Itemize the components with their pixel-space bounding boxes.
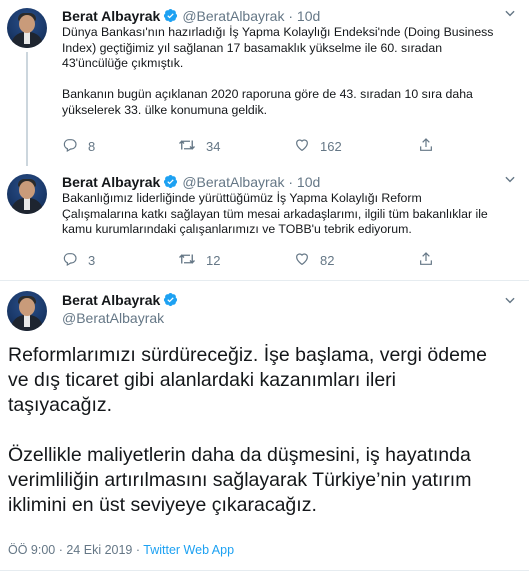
thread-connector: [26, 52, 28, 166]
tweet-2[interactable]: Berat Albayrak @BeratAlbayrak · 10d Bakan…: [0, 166, 529, 276]
author-name[interactable]: Berat Albayrak: [62, 174, 160, 190]
verified-icon: [163, 292, 178, 311]
tweet-header: Berat Albayrak @BeratAlbayrak · 10d: [62, 7, 320, 27]
source-app-link[interactable]: Twitter Web App: [143, 543, 234, 557]
divider: [0, 570, 529, 571]
text-line: 43'üncülüğe çıkmıştık.: [62, 56, 184, 70]
text-line: taşıyacağız.: [8, 394, 113, 416]
share-button[interactable]: [418, 251, 444, 270]
retweet-icon: [178, 251, 206, 270]
text-line: Reformlarımızı sürdüreceğiz. İşe başlama…: [8, 344, 488, 366]
reply-icon: [62, 251, 88, 270]
timestamp[interactable]: ÖÖ 9:00 · 24 Eki 2019 ·: [8, 543, 143, 557]
handle-row: @BeratAlbayrak: [62, 309, 164, 327]
like-icon: [294, 137, 320, 156]
separator: ·: [288, 8, 294, 24]
reply-icon: [62, 137, 88, 156]
reply-button[interactable]: 8: [62, 137, 95, 156]
reply-count: 8: [88, 139, 96, 154]
like-icon: [294, 251, 320, 270]
tweet-time[interactable]: 10d: [297, 8, 320, 24]
share-button[interactable]: [418, 137, 444, 156]
text-line: Bankanın bugün açıklanan 2020 raporuna g…: [62, 87, 473, 101]
separator: ·: [288, 174, 294, 190]
tweet-header: Berat Albayrak: [62, 291, 182, 311]
retweet-icon: [178, 137, 206, 156]
main-tweet: Berat Albayrak @BeratAlbayrak Reformları…: [0, 281, 529, 575]
retweet-button[interactable]: 34: [178, 137, 220, 156]
retweet-button[interactable]: 12: [178, 251, 220, 270]
chevron-down-icon[interactable]: [503, 6, 517, 25]
tweet-1[interactable]: Berat Albayrak @BeratAlbayrak · 10d Dünya…: [0, 0, 529, 166]
author-handle[interactable]: @BeratAlbayrak: [62, 310, 164, 326]
tweet-time[interactable]: 10d: [297, 174, 320, 190]
text-line: Bakanlığımız liderliğinde yürüttüğümüz İ…: [62, 191, 422, 205]
text-line: Index) geçtiğimiz yıl sağlanan 17 basama…: [62, 40, 443, 55]
share-icon: [418, 251, 444, 270]
avatar[interactable]: [7, 8, 47, 48]
text-gap: [8, 418, 520, 443]
text-line: Özellikle maliyetlerin daha da düşmesini…: [8, 444, 471, 466]
avatar[interactable]: [7, 174, 47, 214]
retweet-count: 34: [206, 139, 221, 154]
share-icon: [418, 137, 444, 156]
like-count: 162: [320, 139, 342, 154]
retweet-count: 12: [206, 253, 221, 268]
like-button[interactable]: 82: [294, 251, 334, 270]
reply-count: 3: [88, 253, 96, 268]
author-name[interactable]: Berat Albayrak: [62, 292, 160, 308]
reply-button[interactable]: 3: [62, 251, 95, 270]
tweet-actions: 3 12 82: [56, 251, 456, 271]
like-button[interactable]: 162: [294, 137, 342, 156]
like-count: 82: [320, 253, 335, 268]
text-line: kamu kurumlarındaki çalışanlarımızı ve T…: [62, 222, 412, 236]
tweet-text: Dünya Bankası'nın hazırladığı İş Yapma K…: [62, 25, 517, 118]
text-gap: [62, 72, 517, 88]
tweet-header: Berat Albayrak @BeratAlbayrak · 10d: [62, 173, 320, 193]
text-line: Dünya Bankası'nın hazırladığı İş Yapma K…: [62, 25, 494, 39]
text-line: yükselerek 33. ülke konumuna geldik.: [62, 102, 268, 117]
text-line: iklimini en üst seviyeye çıkaracağız.: [8, 494, 317, 516]
tweet-text: Bakanlığımız liderliğinde yürüttüğümüz İ…: [62, 191, 517, 238]
text-line: ve dış ticaret gibi alanlardaki kazanıml…: [8, 369, 397, 391]
chevron-down-icon[interactable]: [503, 172, 517, 191]
author-name[interactable]: Berat Albayrak: [62, 8, 160, 24]
tweet-meta: ÖÖ 9:00 · 24 Eki 2019 · Twitter Web App: [8, 543, 234, 557]
text-line: Çalışmalarına katkı sağlayan tüm mesai a…: [62, 206, 488, 221]
chevron-down-icon[interactable]: [503, 293, 517, 312]
tweet-thread: Berat Albayrak @BeratAlbayrak · 10d Dünya…: [0, 0, 529, 575]
main-tweet-text: Reformlarımızı sürdüreceğiz. İşe başlama…: [8, 343, 520, 518]
text-line: verimliliğin artırılmasını sağlayarak Tü…: [8, 469, 472, 491]
author-handle[interactable]: @BeratAlbayrak: [182, 174, 284, 190]
author-handle[interactable]: @BeratAlbayrak: [182, 8, 284, 24]
tweet-actions: 8 34 162: [56, 137, 456, 157]
avatar[interactable]: [7, 291, 47, 331]
